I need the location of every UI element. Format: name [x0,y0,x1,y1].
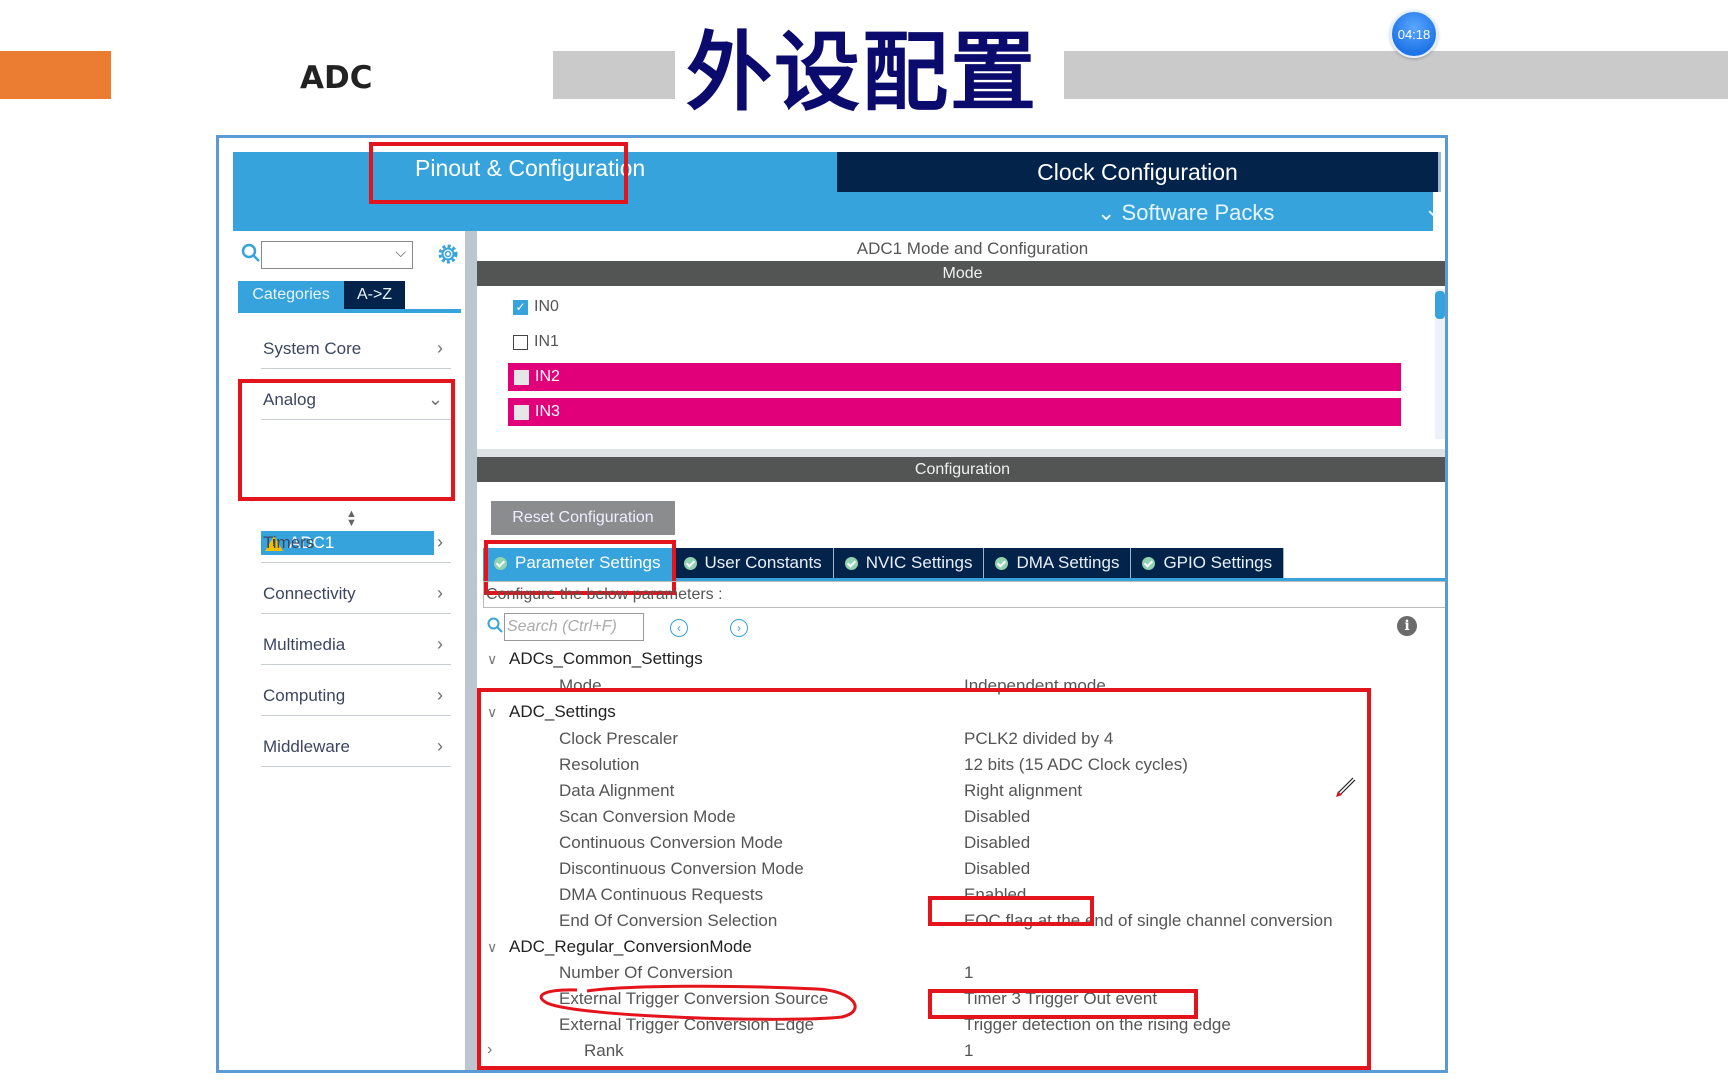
sidebar-item-label: System Core [263,338,362,358]
configure-prompt: Configure the below parameters : [483,581,1445,608]
tab-label: DMA Settings [1016,553,1120,572]
annotation-box-trigger-source-value [928,989,1198,1019]
gear-icon[interactable] [436,242,460,266]
mode-scrollbar-thumb[interactable] [1435,291,1445,319]
tab-gpio-settings[interactable]: GPIO Settings [1131,548,1285,578]
mode-input-in2[interactable]: IN2 [508,363,1401,391]
section-splitter[interactable] [477,449,1445,457]
sidebar-item-connectivity[interactable]: Connectivity › [261,574,451,614]
chevron-right-icon: › [437,532,443,552]
search-icon[interactable] [487,617,503,633]
next-match-icon[interactable]: › [730,619,748,637]
tabs-underline [238,309,461,313]
slide-title: 外设配置 [686,23,1038,123]
tab-user-constants[interactable]: User Constants [672,548,834,578]
mode-input-in3[interactable]: IN3 [508,398,1401,426]
tab-nvic-settings[interactable]: NVIC Settings [833,548,985,578]
cubemx-window: Pinout & Configuration Clock Configurati… [216,135,1448,1073]
chevron-right-icon: › [437,685,443,705]
annotation-ellipse-trigger-source [539,984,857,1021]
chevron-down-icon: ∨ [487,650,498,667]
sidebar-item-label: Computing [263,685,346,705]
software-packs-label: Software Packs [1121,200,1275,225]
check-circle-icon [683,556,697,570]
check-circle-icon [995,556,1009,570]
mode-input-in1[interactable]: IN1 [513,328,559,356]
parameter-search-input[interactable]: Search (Ctrl+F) [504,613,644,641]
checkbox-checked[interactable]: ✓ [513,299,528,315]
check-circle-icon [1142,556,1156,570]
annotation-box-dma-enabled [928,896,1094,926]
reset-configuration-button[interactable]: Reset Configuration [491,501,675,535]
info-icon[interactable]: i [1397,616,1417,636]
sidebar-item-multimedia[interactable]: Multimedia › [261,625,451,665]
input-label: IN0 [534,298,559,315]
sidebar-item-label: Middleware [263,736,350,756]
sidebar-item-label: Timers [263,532,315,552]
checkbox[interactable] [514,404,529,420]
tab-clock-configuration[interactable]: Clock Configuration [837,152,1441,192]
annotation-box-pinout [369,142,628,204]
title-bar-right [1064,51,1728,99]
sidebar-item-middleware[interactable]: Middleware › [261,727,451,767]
sidebar-splitter[interactable] [465,231,477,1070]
configuration-header: Configuration [477,457,1445,482]
timer-badge: 04:18 [1390,10,1438,58]
tab-dma-settings[interactable]: DMA Settings [984,548,1132,578]
input-label: IN2 [535,368,560,385]
sidebar: ⌵ Categories A->Z System Core › Analog ⌄ ▲… [233,231,465,1070]
chevron-right-icon: › [437,634,443,654]
tab-clock-label: Clock Configuration [1037,158,1238,185]
main-title: ADC1 Mode and Configuration [856,239,1089,258]
main-content: ADC1 Mode and Configuration Mode ✓ IN0 IN… [477,231,1445,1070]
sidebar-item-label: Connectivity [263,583,356,603]
tab-label: NVIC Settings [865,553,973,572]
chevron-down-icon[interactable]: ⌄ [1424,196,1442,222]
sidebar-item-label: Multimedia [263,634,346,654]
check-circle-icon [844,556,858,570]
software-packs-menu[interactable]: ⌄ Software Packs [1097,200,1274,226]
sidebar-search-combo[interactable]: ⌵ [261,241,413,269]
input-label: IN1 [534,333,559,350]
previous-match-icon[interactable]: ‹ [670,619,688,637]
sidebar-item-system-core[interactable]: System Core › [261,329,451,369]
tab-a-to-z[interactable]: A->Z [344,281,405,309]
mode-header: Mode [477,261,1445,286]
accent-bar [0,51,111,99]
sidebar-item-timers[interactable]: Timers › [261,523,451,563]
tab-label: GPIO Settings [1163,553,1273,572]
checkbox[interactable] [513,334,528,350]
input-label: IN3 [535,403,560,420]
search-icon[interactable] [241,243,261,263]
tab-categories[interactable]: Categories [238,281,344,309]
section-label: ADC [300,60,373,96]
annotation-box-analog [238,379,455,501]
chevron-down-icon: ⌵ [395,244,406,260]
chevron-right-icon: › [437,583,443,603]
tab-label: User Constants [704,553,822,572]
category-tabs: Categories A->Z [238,281,405,309]
sidebar-item-computing[interactable]: Computing › [261,676,451,716]
chevron-right-icon: › [437,338,443,358]
mode-input-in0[interactable]: ✓ IN0 [513,293,559,321]
chevron-down-icon: ⌄ [1097,200,1122,225]
title-bar-left [553,51,675,99]
group-label: ADCs_Common_Settings [509,649,703,668]
pen-cursor-icon [1336,777,1356,797]
group-adcs-common-settings[interactable]: ∨ ADCs_Common_Settings [487,649,703,669]
checkbox[interactable] [514,369,529,385]
chevron-right-icon: › [437,736,443,756]
